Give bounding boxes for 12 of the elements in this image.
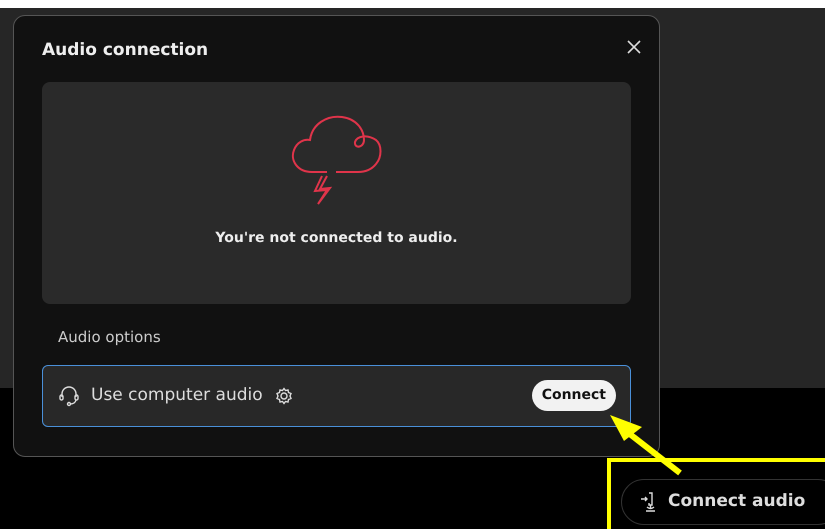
audio-option[interactable]: Use computer audio Connect: [42, 364, 631, 427]
option-label: Use computer audio: [91, 384, 263, 408]
microphone-icon: [640, 491, 658, 513]
status-message: You're not connected to audio.: [215, 229, 458, 248]
settings-icon[interactable]: [274, 386, 293, 405]
section-label: Audio options: [58, 327, 162, 348]
dialog-title: Audio connection: [42, 40, 210, 60]
connect-audio-button[interactable]: Connect audio: [621, 479, 825, 525]
close-button[interactable]: [625, 38, 643, 56]
close-icon: [627, 40, 641, 54]
connect-button[interactable]: Connect: [532, 380, 616, 412]
headset-icon: [59, 384, 79, 407]
